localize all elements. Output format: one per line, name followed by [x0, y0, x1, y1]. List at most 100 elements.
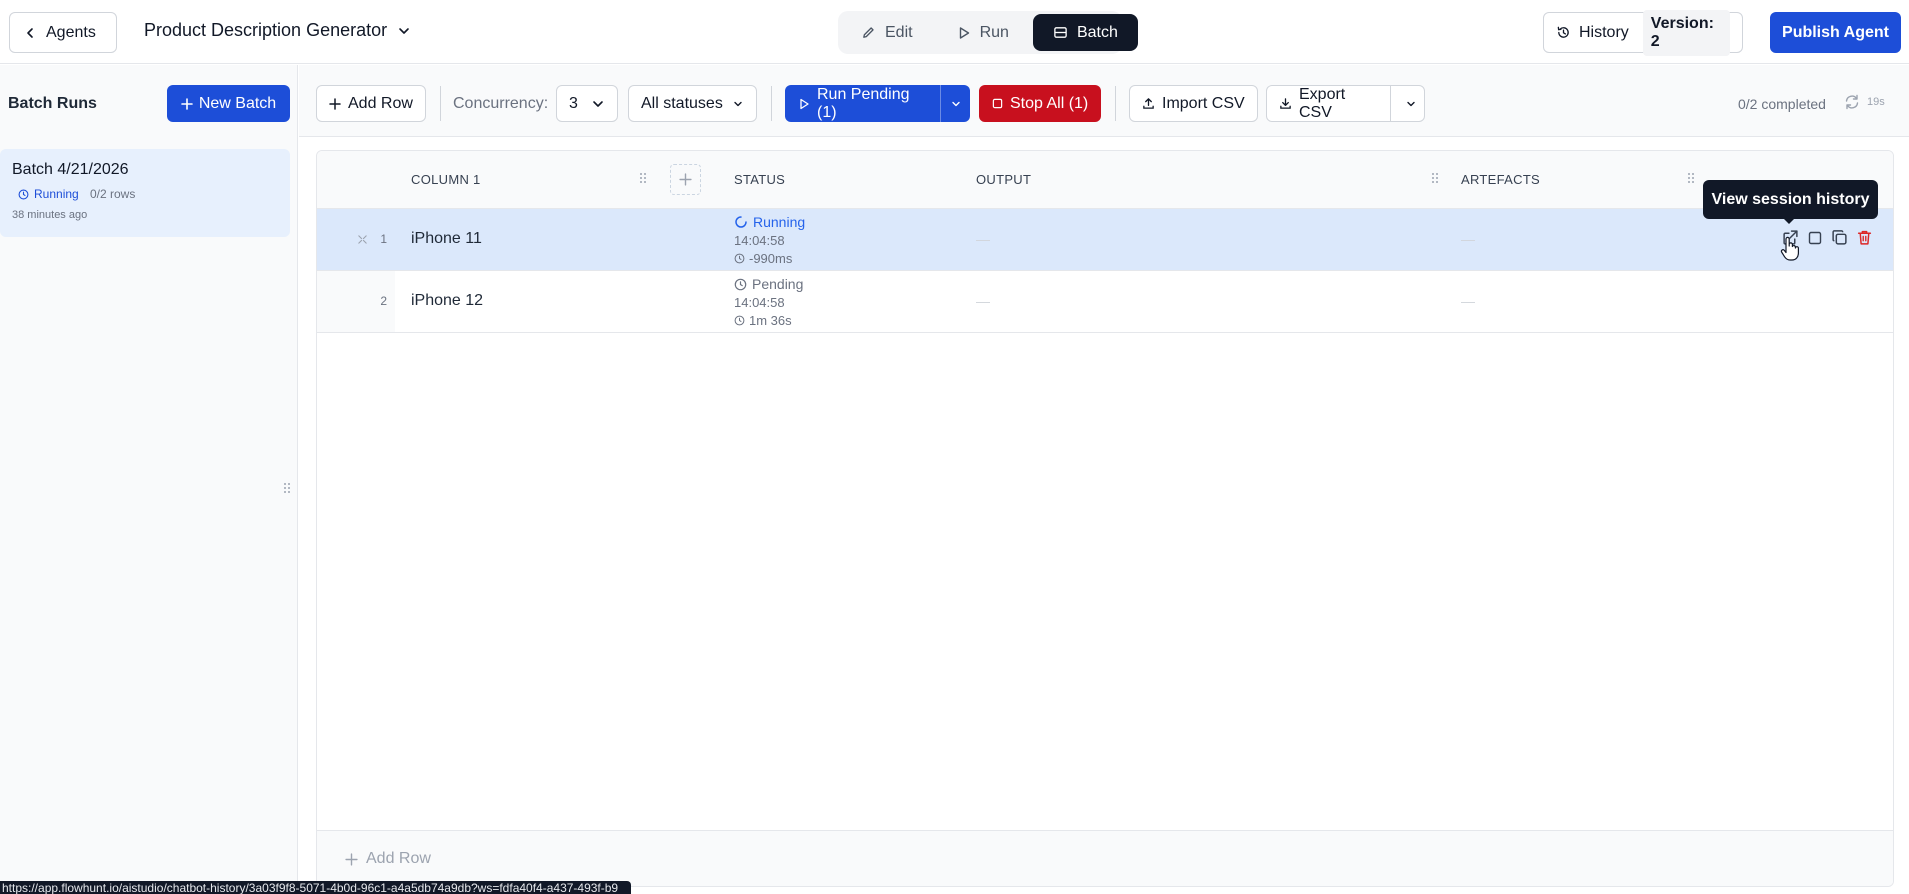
column-header-output[interactable]: OUTPUT — [976, 172, 1031, 187]
row-status-cell: Pending 14:04:58 1m 36s — [734, 275, 803, 329]
status-running: Running — [734, 213, 805, 231]
column-resize-handle[interactable] — [639, 171, 647, 185]
plus-icon — [345, 852, 358, 866]
concurrency-label: Concurrency: — [453, 95, 549, 112]
concurrency-value: 3 — [569, 94, 578, 112]
import-csv-button[interactable]: Import CSV — [1129, 85, 1258, 122]
import-csv-label: Import CSV — [1162, 94, 1245, 112]
batch-timestamp: 38 minutes ago — [12, 209, 88, 221]
row-value-cell[interactable]: iPhone 11 — [411, 230, 482, 248]
column-header-artefacts[interactable]: ARTEFACTS — [1461, 172, 1540, 187]
sidebar-resize-handle[interactable] — [283, 481, 291, 495]
stop-all-button[interactable]: Stop All (1) — [979, 85, 1102, 122]
new-batch-label: New Batch — [198, 94, 277, 112]
trash-icon[interactable] — [1856, 229, 1873, 246]
chevron-left-icon — [24, 27, 36, 39]
batch-item[interactable]: Batch 4/21/2026 Running 0/2 rows 38 minu… — [0, 149, 290, 237]
add-column-button[interactable] — [670, 164, 701, 195]
chevron-down-icon — [591, 97, 605, 111]
status-start-time: 14:04:58 — [734, 232, 785, 248]
row-output-cell[interactable]: — — [976, 231, 990, 247]
row-artefacts-cell[interactable]: — — [1461, 231, 1475, 247]
tab-run-label: Run — [979, 23, 1009, 41]
add-row-button[interactable]: Add Row — [316, 85, 426, 122]
column-header-status[interactable]: STATUS — [734, 172, 785, 187]
auto-refresh-indicator[interactable]: 19s — [1843, 93, 1885, 111]
back-label: Agents — [46, 23, 96, 41]
status-pending: Pending — [734, 275, 803, 293]
status-filter-select[interactable]: All statuses — [628, 85, 757, 122]
hand-cursor-icon — [1780, 236, 1800, 262]
table-row[interactable]: 2 iPhone 12 Pending 14:04:58 1m 36s — — — [317, 271, 1893, 333]
plus-icon — [329, 97, 341, 110]
tab-edit-label: Edit — [885, 23, 913, 41]
version-badge[interactable]: Version: 2 — [1642, 9, 1730, 56]
tab-batch[interactable]: Batch — [1032, 14, 1138, 51]
pencil-icon — [861, 25, 876, 40]
run-pending-button[interactable]: Run Pending (1) — [785, 85, 941, 122]
clock-icon — [18, 189, 29, 200]
footer-add-row-button[interactable]: Add Row — [345, 850, 431, 868]
export-menu-button[interactable] — [1398, 86, 1424, 121]
duration-text: -990ms — [749, 250, 793, 266]
plus-icon — [181, 97, 193, 110]
back-to-agents-button[interactable]: Agents — [9, 12, 117, 53]
play-icon — [957, 26, 971, 40]
export-csv-group: Export CSV — [1266, 85, 1425, 122]
batch-name: Batch 4/21/2026 — [12, 161, 129, 178]
table-row[interactable]: 1 iPhone 11 Running 14:04:58 -990ms — — — [317, 209, 1893, 271]
agent-title: Product Description Generator — [144, 20, 388, 40]
concurrency-select[interactable]: 3 — [556, 85, 618, 122]
top-bar: Agents Product Description Generator Edi… — [0, 0, 1909, 64]
batch-row-count: 0/2 rows — [90, 187, 136, 201]
copy-icon[interactable] — [1831, 229, 1848, 246]
history-button[interactable]: History Version: 2 — [1543, 9, 1743, 56]
add-row-label: Add Row — [348, 94, 413, 112]
expand-icon[interactable] — [357, 234, 368, 245]
export-csv-label: Export CSV — [1299, 85, 1346, 121]
export-csv-button[interactable]: Export CSV — [1267, 86, 1391, 121]
toolbar-divider — [1115, 86, 1116, 121]
status-duration: 1m 36s — [734, 311, 803, 329]
column-resize-handle[interactable] — [1431, 171, 1439, 185]
toolbar-divider — [440, 86, 441, 121]
new-batch-button[interactable]: New Batch — [167, 85, 290, 122]
download-icon — [1279, 97, 1292, 110]
plus-icon — [679, 173, 692, 186]
publish-agent-button[interactable]: Publish Agent — [1770, 12, 1901, 53]
agent-title-dropdown[interactable]: Product Description Generator — [144, 20, 411, 41]
clock-icon — [734, 315, 745, 326]
row-artefacts-cell[interactable]: — — [1461, 293, 1475, 309]
table-header: COLUMN 1 STATUS OUTPUT ARTEFACTS — [317, 151, 1893, 209]
row-number-cell: 1 — [317, 209, 395, 270]
tab-batch-label: Batch — [1076, 23, 1118, 41]
tooltip-arrow — [1783, 218, 1795, 224]
run-pending-label: Run Pending (1) — [817, 85, 910, 121]
spinner-icon — [734, 215, 748, 229]
status-start-time: 14:04:58 — [734, 294, 785, 310]
history-label: History — [1579, 23, 1629, 41]
footer-add-row-label: Add Row — [366, 850, 431, 867]
play-icon — [798, 98, 810, 110]
tooltip: View session history — [1703, 180, 1878, 219]
chevron-down-icon — [397, 24, 411, 38]
column-resize-handle[interactable] — [1687, 171, 1695, 185]
stop-all-label: Stop All (1) — [1010, 94, 1089, 112]
row-value-cell[interactable]: iPhone 12 — [411, 292, 483, 310]
batch-runs-sidebar: Batch Runs New Batch Batch 4/21/2026 Run… — [0, 65, 298, 894]
row-status-cell: Running 14:04:58 -990ms — [734, 213, 805, 267]
table-footer: Add Row — [317, 830, 1893, 886]
clock-icon — [734, 278, 747, 291]
row-output-cell[interactable]: — — [976, 293, 990, 309]
chevron-down-icon — [732, 98, 744, 110]
chevron-down-icon — [950, 98, 962, 110]
tab-edit[interactable]: Edit — [841, 14, 933, 51]
status-duration: -990ms — [734, 249, 805, 267]
batch-table: COLUMN 1 STATUS OUTPUT ARTEFACTS 1 iPhon… — [316, 150, 1894, 887]
column-header-column-1[interactable]: COLUMN 1 — [411, 172, 481, 187]
batch-status-text: Running — [34, 187, 79, 201]
run-pending-menu-button[interactable] — [941, 85, 970, 122]
stop-row-icon[interactable] — [1807, 230, 1823, 246]
tab-run[interactable]: Run — [937, 14, 1029, 51]
status-text: Pending — [752, 276, 804, 292]
